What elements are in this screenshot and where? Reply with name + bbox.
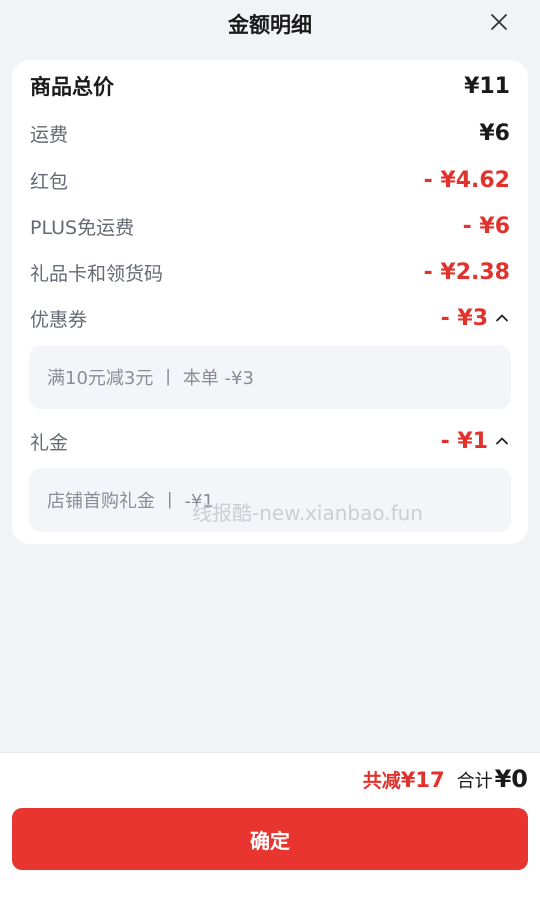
row-label: 红包	[30, 170, 69, 193]
page-title: 金额明细	[228, 13, 312, 37]
row-coupon[interactable]: 优惠券 - ¥3	[30, 300, 510, 336]
saved-amount: 共减¥17	[363, 766, 445, 793]
confirm-button[interactable]: 确定	[12, 808, 528, 870]
row-value: - ¥2.38	[423, 259, 510, 285]
saved-value: ¥17	[400, 768, 445, 792]
header: 金额明细	[0, 0, 540, 48]
total-label: 合计	[456, 771, 493, 792]
row-gift-money[interactable]: 礼金 - ¥1	[30, 423, 510, 459]
row-label: 优惠券	[30, 308, 88, 331]
row-value: - ¥3	[440, 305, 488, 331]
row-red-packet: 红包 - ¥4.62	[30, 162, 510, 198]
row-value: - ¥6	[462, 213, 510, 239]
row-gift-card: 礼品卡和领货码 - ¥2.38	[30, 254, 510, 290]
row-shipping: 运费 ¥6	[30, 115, 510, 151]
amount-detail-card: 商品总价 ¥11 运费 ¥6 红包 - ¥4.62 PLUS免运费 - ¥6 礼…	[12, 60, 528, 544]
row-value: - ¥4.62	[423, 167, 510, 193]
chevron-up-icon[interactable]	[494, 310, 510, 326]
row-value: ¥6	[479, 120, 510, 146]
close-icon	[491, 14, 507, 30]
row-label: 礼金	[30, 431, 69, 454]
row-goods-total: 商品总价 ¥11	[30, 68, 510, 104]
row-label: PLUS免运费	[30, 216, 135, 239]
coupon-detail: 满10元减3元 丨 本单 -¥3	[29, 345, 511, 409]
close-button[interactable]	[484, 8, 514, 36]
row-value-wrap: - ¥3	[441, 306, 510, 331]
watermark: 线报酷-new.xianbao.fun	[192, 501, 423, 525]
saved-label: 共减	[362, 770, 401, 792]
row-plus-free-shipping: PLUS免运费 - ¥6	[30, 208, 510, 244]
row-value: ¥11	[464, 73, 510, 99]
row-label: 礼品卡和领货码	[30, 262, 164, 285]
row-value-wrap: - ¥1	[441, 429, 510, 454]
footer-bar: 共减¥17 合计 ¥0 确定	[0, 752, 540, 922]
price-summary: 共减¥17 合计 ¥0	[363, 765, 528, 793]
total-amount: ¥0	[494, 765, 528, 793]
row-label: 运费	[30, 123, 69, 146]
chevron-up-icon[interactable]	[494, 433, 510, 449]
row-value: - ¥1	[440, 428, 488, 454]
row-label: 商品总价	[30, 75, 114, 99]
